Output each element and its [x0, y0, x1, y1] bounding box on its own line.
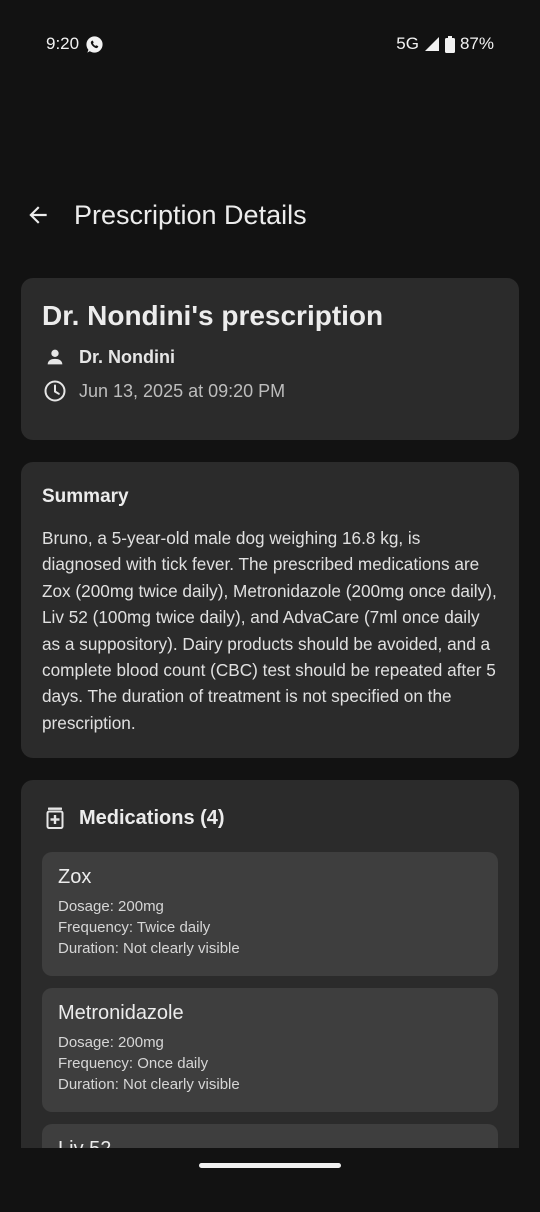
content-scroll[interactable]: Dr. Nondini's prescription Dr. Nondini J… [21, 278, 519, 1148]
app-bar: Prescription Details [24, 192, 516, 238]
battery-level: 87% [459, 34, 494, 53]
arrow-back-icon [25, 202, 51, 228]
medication-item[interactable]: Zox Dosage: 200mg Frequency: Twice daily… [42, 852, 498, 976]
clock-icon [42, 379, 68, 403]
page-title: Prescription Details [74, 199, 307, 230]
status-right: 5G 87% [396, 34, 494, 54]
status-time: 9:20 [46, 34, 80, 53]
network-label: 5G [396, 34, 419, 53]
doctor-name: Dr. Nondini [79, 346, 175, 367]
medications-card: Medications (4) Zox Dosage: 200mg Freque… [21, 780, 519, 1148]
summary-text: Bruno, a 5-year-old male dog weighing 16… [42, 528, 497, 733]
summary-heading: Summary [42, 486, 129, 507]
medication-dosage: Dosage: 200mg [58, 898, 164, 915]
back-button[interactable] [24, 201, 52, 229]
status-left: 9:20 [46, 34, 104, 54]
screen: 9:20 5G 87% Prescription Details Dr. Non… [0, 0, 540, 1212]
status-bar: 9:20 5G 87% [46, 28, 494, 60]
medication-name: Zox [58, 866, 92, 888]
medications-title: Medications (4) [79, 806, 225, 829]
medication-name: Liv 52 [58, 1138, 482, 1148]
summary-card: Summary Bruno, a 5-year-old male dog wei… [21, 462, 519, 758]
medication-name: Metronidazole [58, 1002, 184, 1024]
prescription-title: Dr. Nondini's prescription [42, 300, 384, 331]
medication-frequency: Frequency: Once daily [58, 1055, 209, 1072]
battery-icon [444, 35, 455, 53]
date-row: Jun 13, 2025 at 09:20 PM [42, 379, 498, 403]
medication-dosage: Dosage: 200mg [58, 1034, 164, 1051]
prescription-date: Jun 13, 2025 at 09:20 PM [79, 380, 286, 401]
prescription-header-card: Dr. Nondini's prescription Dr. Nondini J… [21, 278, 519, 440]
medication-duration: Duration: Not clearly visible [58, 940, 240, 957]
gesture-handle[interactable] [199, 1163, 341, 1168]
medication-icon [42, 807, 68, 829]
person-icon [42, 346, 68, 368]
signal-icon [424, 36, 440, 52]
whatsapp-notification-icon [85, 35, 104, 54]
doctor-row: Dr. Nondini [42, 346, 498, 368]
medication-item[interactable]: Metronidazole Dosage: 200mg Frequency: O… [42, 988, 498, 1112]
medications-header: Medications (4) [42, 804, 498, 832]
medication-duration: Duration: Not clearly visible [58, 1076, 240, 1093]
medication-frequency: Frequency: Twice daily [58, 919, 211, 936]
medication-item[interactable]: Liv 52 [42, 1124, 498, 1148]
